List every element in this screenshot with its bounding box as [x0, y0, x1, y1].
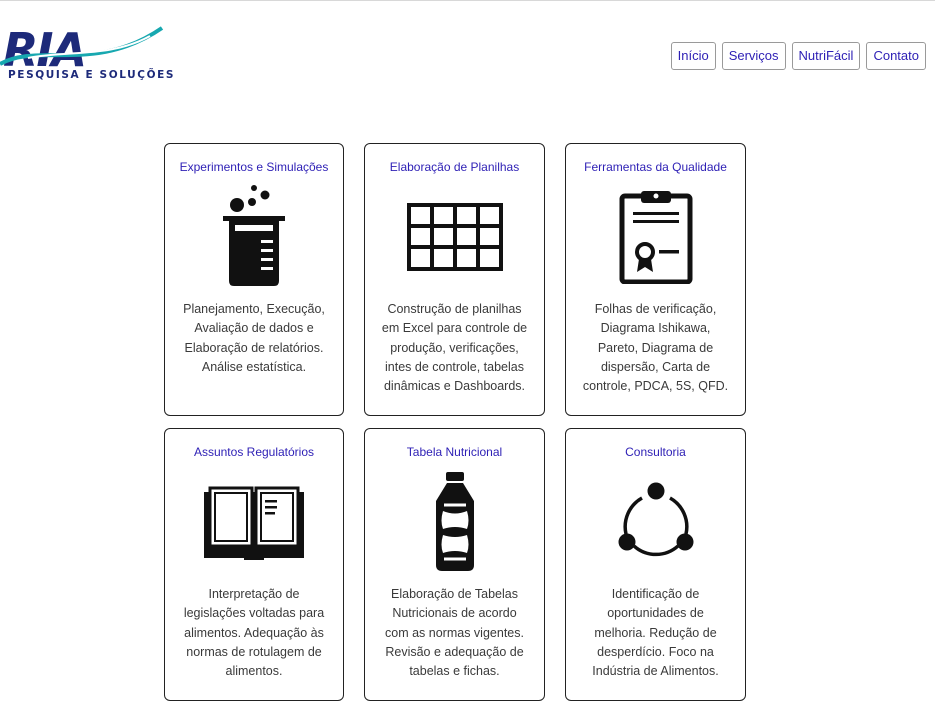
certificate-clipboard-icon	[566, 184, 745, 290]
open-book-icon	[165, 469, 343, 575]
beaker-icon	[165, 184, 343, 290]
nav-contato[interactable]: Contato	[866, 42, 926, 70]
card-title: Tabela Nutricional	[406, 445, 503, 459]
card-title: Assuntos Regulatórios	[193, 445, 315, 459]
card-description: Planejamento, Execução, Avaliação de dad…	[183, 302, 325, 374]
service-card-qualidade[interactable]: Ferramentas da Qualidade Folhas de verif…	[565, 143, 746, 416]
nav-nutrifacil[interactable]: NutriFácil	[791, 42, 861, 70]
card-description: Folhas de verificação, Diagrama Ishikawa…	[582, 302, 729, 394]
nav-servicos[interactable]: Serviços	[721, 42, 786, 70]
service-card-nutricional[interactable]: Tabela Nutricional Elaboração de Tabelas…	[364, 428, 545, 701]
card-description: Identificação de oportunidades de melhor…	[592, 587, 719, 679]
card-title: Elaboração de Planilhas	[389, 160, 520, 174]
card-description: Interpretação de legislações voltadas pa…	[183, 587, 325, 679]
spreadsheet-icon	[365, 184, 544, 290]
main-nav: Início Serviços NutriFácil Contato	[670, 42, 926, 70]
card-title: Ferramentas da Qualidade	[584, 160, 727, 174]
service-card-experimentos[interactable]: Experimentos e Simulações Planejamento, …	[164, 143, 344, 416]
logo-text: RIA	[3, 23, 85, 70]
brand-logo[interactable]: RIA PESQUISA E SOLUÇÕES	[0, 22, 173, 84]
service-card-planilhas[interactable]: Elaboração de Planilhas Construção de pl…	[364, 143, 545, 416]
services-grid: Experimentos e Simulações Planejamento, …	[164, 143, 746, 701]
service-card-regulatorios[interactable]: Assuntos Regulatórios Interpretação de l…	[164, 428, 344, 701]
cycle-nodes-icon	[566, 469, 745, 575]
card-title: Consultoria	[625, 445, 686, 459]
card-title: Experimentos e Simulações	[179, 160, 329, 174]
bottle-icon	[365, 469, 544, 575]
top-divider	[0, 0, 935, 1]
card-description: Elaboração de Tabelas Nutricionais de ac…	[385, 587, 524, 679]
nav-inicio[interactable]: Início	[670, 42, 716, 70]
logo-subtitle: PESQUISA E SOLUÇÕES	[8, 69, 176, 81]
ria-logo-mark: RIA	[0, 23, 164, 70]
card-description: Construção de planilhas em Excel para co…	[381, 302, 528, 394]
service-card-consultoria[interactable]: Consultoria Identificação de oportunidad…	[565, 428, 746, 701]
